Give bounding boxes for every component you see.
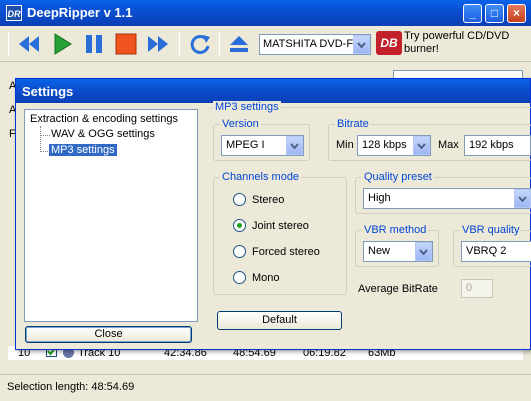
vbr-method-label: VBR method (362, 224, 429, 236)
radio-dot[interactable] (233, 193, 246, 206)
refresh-icon[interactable] (186, 30, 214, 58)
chevron-down-icon[interactable] (286, 136, 303, 155)
toolbar-separator (219, 32, 220, 56)
chevron-down-icon[interactable] (353, 35, 370, 54)
bitrate-max-select[interactable]: 192 kbps (464, 135, 531, 156)
radio-label: Forced stereo (252, 245, 320, 258)
close-button[interactable]: Close (25, 326, 192, 343)
deepburner-logo[interactable]: DB (376, 31, 402, 55)
toolbar-grip (8, 32, 9, 56)
radio-joint-stereo[interactable]: Joint stereo (233, 219, 309, 232)
drive-select-value: MATSHITA DVD-F (263, 38, 354, 50)
version-select[interactable]: MPEG I (221, 135, 304, 156)
eject-icon[interactable] (225, 30, 253, 58)
quality-label: Quality preset (362, 171, 434, 183)
bitrate-min-label: Min (336, 139, 354, 151)
maximize-button[interactable]: □ (485, 4, 504, 23)
tree-connector (40, 126, 41, 152)
quality-select[interactable]: High (363, 188, 531, 209)
radio-label: Mono (252, 271, 280, 284)
tree-item-mp3[interactable]: MP3 settings (49, 144, 117, 156)
tree-connector (40, 135, 50, 136)
chevron-down-icon[interactable] (415, 242, 432, 261)
bitrate-min-value: 128 kbps (362, 139, 407, 151)
app-icon: DR (6, 5, 22, 21)
main-titlebar: DR DeepRipper v 1.1 _ □ × (0, 0, 531, 26)
avg-bitrate-value: 0 (466, 282, 473, 294)
vbr-quality-label: VBR quality (460, 224, 522, 236)
channels-label: Channels mode (220, 171, 302, 183)
minimize-button[interactable]: _ (463, 4, 482, 23)
promo-link[interactable]: Try powerful CD/DVD burner! (404, 30, 526, 56)
tree-item-wav-ogg[interactable]: WAV & OGG settings (51, 128, 155, 140)
settings-title: Settings (16, 79, 530, 103)
radio-label: Joint stereo (252, 219, 309, 232)
pause-icon[interactable] (80, 30, 108, 58)
bitrate-max-value: 192 kbps (469, 139, 514, 151)
vbr-quality-select[interactable]: VBRQ 2 (461, 241, 531, 262)
radio-forced-stereo[interactable]: Forced stereo (233, 245, 320, 258)
stop-icon[interactable] (112, 30, 140, 58)
play-icon[interactable] (48, 30, 76, 58)
default-button[interactable]: Default (217, 311, 342, 330)
radio-label: Stereo (252, 193, 285, 206)
close-window-button[interactable]: × (507, 4, 526, 23)
chevron-down-icon[interactable] (514, 189, 531, 208)
settings-dialog: Settings Extraction & encoding settings … (15, 78, 531, 350)
version-value: MPEG I (226, 139, 265, 151)
selection-length: Selection length: 48:54.69 (7, 381, 135, 393)
avg-bitrate-label: Average BitRate (358, 283, 438, 295)
toolbar-separator (179, 32, 180, 56)
settings-tree[interactable]: Extraction & encoding settings WAV & OGG… (24, 109, 198, 322)
bitrate-max-label: Max (438, 139, 459, 151)
avg-bitrate-input[interactable]: 0 (461, 279, 493, 298)
radio-stereo[interactable]: Stereo (233, 193, 284, 206)
rewind-icon[interactable] (15, 30, 43, 58)
vbr-method-select[interactable]: New (363, 241, 433, 262)
vbr-quality-value: VBRQ 2 (466, 245, 507, 257)
quality-value: High (368, 192, 391, 204)
bitrate-min-select[interactable]: 128 kbps (357, 135, 431, 156)
tree-item-root[interactable]: Extraction & encoding settings (30, 113, 178, 125)
radio-dot[interactable] (233, 245, 246, 258)
vbr-method-value: New (368, 245, 391, 257)
toolbar: MATSHITA DVD-F DB Try powerful CD/DVD bu… (0, 26, 531, 62)
mp3-settings-label: MP3 settings (213, 101, 281, 113)
radio-dot[interactable] (233, 219, 246, 232)
version-label: Version (220, 118, 261, 130)
fast-forward-icon[interactable] (144, 30, 172, 58)
window-title: DeepRipper v 1.1 (27, 5, 133, 20)
radio-dot[interactable] (233, 271, 246, 284)
status-bar: Selection length: 48:54.69 (0, 374, 531, 401)
radio-mono[interactable]: Mono (233, 271, 280, 284)
chevron-down-icon[interactable] (413, 136, 430, 155)
bitrate-label: Bitrate (335, 118, 371, 130)
drive-select[interactable]: MATSHITA DVD-F (259, 34, 371, 55)
